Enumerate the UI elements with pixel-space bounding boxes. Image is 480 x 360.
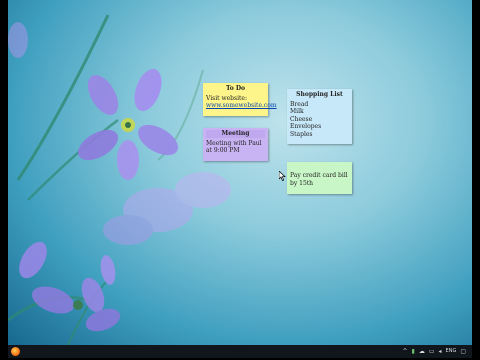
list-item: Cheese <box>290 115 313 123</box>
note-text: Meeting with Paul at 9:00 PM <box>206 139 262 155</box>
sticky-note-shopping-list[interactable]: Shopping List Bread Milk Cheese Envelope… <box>287 89 352 144</box>
network-icon[interactable]: ▭ <box>429 347 435 356</box>
sticky-note-meeting[interactable]: Meeting Meeting with Paul at 9:00 PM <box>203 128 268 161</box>
volume-icon[interactable]: ◂ <box>439 347 442 356</box>
notification-icon[interactable]: ▢ <box>460 347 466 356</box>
list-item: Bread <box>290 100 309 108</box>
mouse-cursor-icon <box>279 171 286 181</box>
battery-icon[interactable]: ▮ <box>412 347 415 356</box>
list-item: Milk <box>290 108 304 115</box>
chevron-up-icon[interactable]: ^ <box>403 347 408 356</box>
note-title: To Do <box>225 85 246 92</box>
note-text: Visit website: <box>206 94 247 102</box>
language-indicator[interactable]: ENG <box>446 347 457 356</box>
website-link[interactable]: www.somewebsite.com <box>206 102 277 110</box>
sticky-note-todo[interactable]: To Do Visit website: www.somewebsite.com <box>203 83 277 116</box>
desktop[interactable]: To Do Visit website: www.somewebsite.com… <box>8 0 472 345</box>
sticky-note-bill[interactable]: Pay credit card bill by 15th <box>287 162 352 194</box>
note-title: Shopping List <box>296 91 343 98</box>
note-title: Meeting <box>206 130 265 138</box>
list-item: Staples <box>290 130 313 138</box>
cloud-icon[interactable]: ☁ <box>419 347 425 356</box>
list-item: Envelopes <box>290 123 322 130</box>
taskbar: ^ ▮ ☁ ▭ ◂ ENG ▢ <box>8 345 472 358</box>
system-tray: ^ ▮ ☁ ▭ ◂ ENG ▢ <box>403 347 466 356</box>
flower-wallpaper <box>8 14 231 345</box>
note-text: Pay credit card bill by 15th <box>290 172 348 187</box>
firefox-icon[interactable] <box>11 347 20 356</box>
